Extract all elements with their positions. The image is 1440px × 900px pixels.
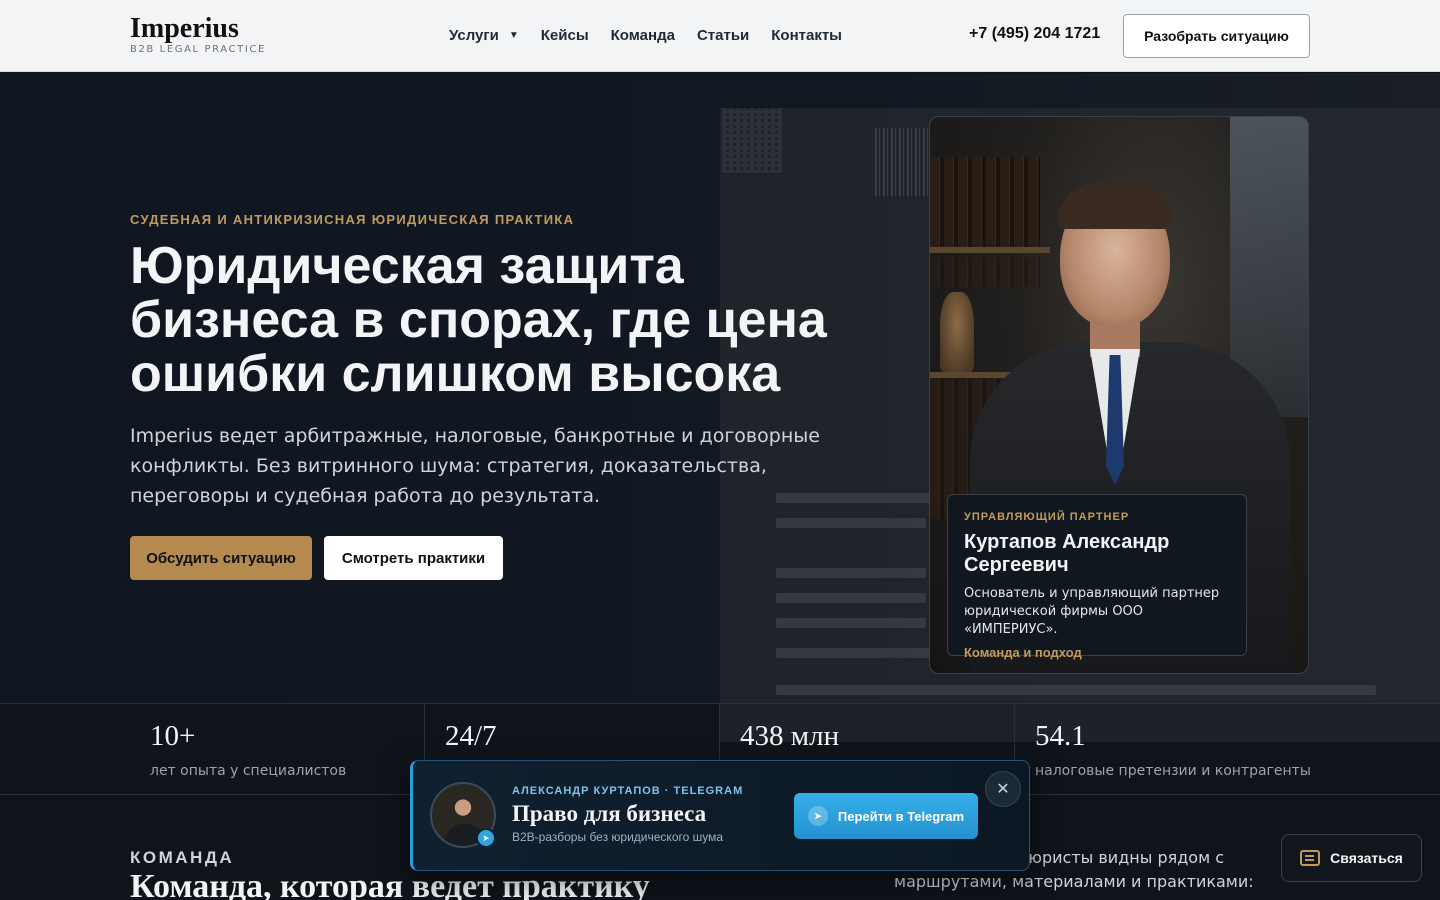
view-practices-button[interactable]: Смотреть практики: [324, 536, 503, 580]
stat-value: 24/7: [445, 720, 497, 752]
site-header: Imperius B2B LEGAL PRACTICE Услуги ▼ Кей…: [0, 0, 1440, 72]
stat-item: 54.1 налоговые претензии и контрагенты: [1015, 704, 1315, 795]
open-telegram-label: Перейти в Telegram: [837, 808, 965, 824]
partner-card: УПРАВЛЯЮЩИЙ ПАРТНЕР Куртапов Александр С…: [947, 494, 1247, 660]
telegram-channel-meta: АЛЕКСАНДР КУРТАПОВ · TELEGRAM: [512, 785, 744, 797]
stat-label: лет опыта у специалистов: [150, 763, 347, 779]
nav-item-services[interactable]: Услуги ▼: [449, 25, 519, 45]
logo[interactable]: Imperius B2B LEGAL PRACTICE: [130, 14, 266, 56]
team-section-title: Команда, которая ведет практику: [130, 868, 650, 900]
chevron-down-icon: ▼: [508, 29, 519, 41]
hair: [1058, 183, 1172, 229]
telegram-popup: ➤ АЛЕКСАНДР КУРТАПОВ · TELEGRAM Право дл…: [410, 760, 1030, 871]
document-line: [776, 518, 926, 528]
logo-tagline: B2B LEGAL PRACTICE: [130, 44, 266, 55]
contact-button-label: Связаться: [1330, 850, 1403, 866]
document-line: [776, 685, 1376, 695]
hero-title: Юридическая защита бизнеса в спорах, где…: [130, 237, 827, 403]
nav-item-articles[interactable]: Статьи: [697, 25, 749, 45]
chat-icon: [1300, 850, 1321, 866]
nav-item-contacts[interactable]: Контакты: [771, 25, 842, 45]
contact-button[interactable]: Связаться: [1281, 834, 1422, 882]
phone-link[interactable]: +7 (495) 204 1721: [969, 25, 1100, 43]
document-line: [776, 568, 926, 578]
nav-item-team[interactable]: Команда: [611, 25, 675, 45]
themis-statue: [940, 292, 974, 372]
logo-name: Imperius: [130, 13, 239, 44]
main-nav: Услуги ▼ Кейсы Команда Статьи Контакты: [449, 25, 842, 45]
qr-code-icon: [722, 108, 782, 173]
team-approach-link[interactable]: Команда и подход: [964, 645, 1230, 660]
team-section-eyebrow: КОМАНДА: [130, 848, 235, 867]
partner-role: УПРАВЛЯЮЩИЙ ПАРТНЕР: [964, 511, 1130, 523]
nav-item-cases[interactable]: Кейсы: [541, 25, 589, 45]
stat-value: 54.1: [1035, 720, 1086, 752]
shelf: [930, 247, 1050, 253]
stat-value: 10+: [150, 720, 196, 752]
stat-item: 10+ лет опыта у специалистов: [130, 704, 425, 795]
telegram-icon: ➤: [807, 806, 828, 826]
hero-section: СУДЕБНАЯ И АНТИКРИЗИСНАЯ ЮРИДИЧЕСКАЯ ПРА…: [0, 73, 1440, 704]
close-icon[interactable]: ✕: [985, 771, 1021, 807]
hero-lead: Imperius ведет арбитражные, налоговые, б…: [130, 425, 820, 507]
analyze-situation-button[interactable]: Разобрать ситуацию: [1123, 14, 1310, 58]
partner-name: Куртапов Александр Сергеевич: [964, 531, 1170, 576]
document-line: [776, 593, 926, 603]
bookshelf: [930, 157, 1040, 247]
nav-item-label: Услуги: [449, 26, 499, 44]
document-line: [776, 618, 926, 628]
telegram-channel-subtitle: B2B-разборы без юридического шума: [512, 830, 724, 844]
stat-label: налоговые претензии и контрагенты: [1035, 763, 1311, 779]
discuss-situation-button[interactable]: Обсудить ситуацию: [130, 536, 312, 580]
bookshelf: [930, 257, 1040, 287]
partner-description: Основатель и управляющий партнер юридиче…: [964, 586, 1220, 637]
telegram-icon: ➤: [476, 828, 496, 848]
open-telegram-button[interactable]: ➤ Перейти в Telegram: [794, 793, 978, 839]
hero-eyebrow: СУДЕБНАЯ И АНТИКРИЗИСНАЯ ЮРИДИЧЕСКАЯ ПРА…: [130, 212, 575, 227]
stat-value: 438 млн: [740, 720, 840, 752]
telegram-channel-title: Право для бизнеса: [512, 801, 707, 826]
barcode-icon: [875, 128, 930, 196]
